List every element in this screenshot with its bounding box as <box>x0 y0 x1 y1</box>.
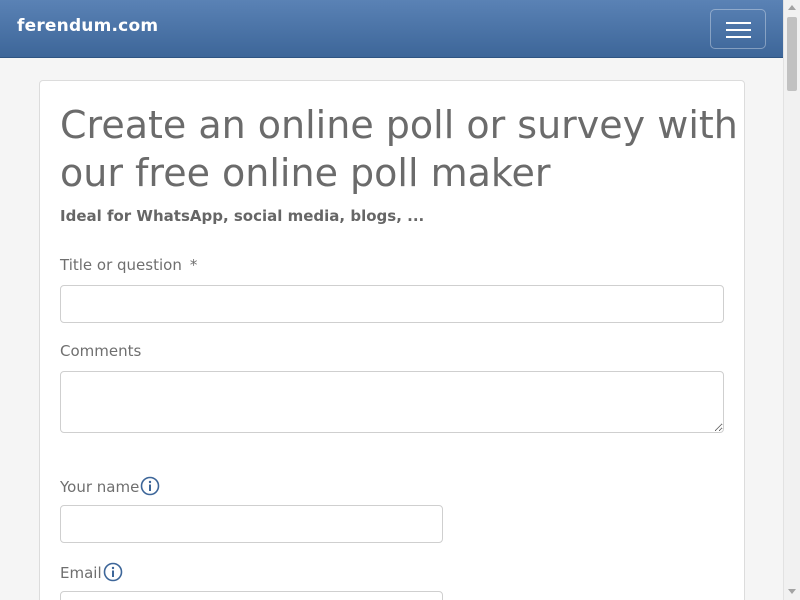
name-input[interactable] <box>60 505 443 543</box>
scroll-up-arrow-icon[interactable] <box>788 5 796 10</box>
navbar: ferendum.com <box>0 0 783 58</box>
page-scrollbar[interactable] <box>783 0 800 600</box>
email-field-label: Email <box>60 562 123 582</box>
email-input[interactable] <box>60 591 443 600</box>
page-subtitle: Ideal for WhatsApp, social media, blogs,… <box>60 207 425 225</box>
scrollbar-thumb[interactable] <box>787 17 797 91</box>
comments-textarea[interactable] <box>60 371 724 433</box>
poll-form-card: Create an online poll or survey with our… <box>39 80 745 600</box>
title-field-label: Title or question * <box>60 256 197 274</box>
page-title: Create an online poll or survey with our… <box>60 103 738 195</box>
comments-field-label: Comments <box>60 342 142 360</box>
scroll-down-arrow-icon[interactable] <box>788 589 796 594</box>
name-label-text: Your name <box>60 478 140 496</box>
info-icon[interactable] <box>103 562 123 582</box>
title-label-text: Title or question <box>60 256 182 274</box>
hamburger-menu-icon <box>726 22 751 24</box>
required-marker: * <box>189 256 198 274</box>
name-field-label: Your name <box>60 476 160 496</box>
info-icon[interactable] <box>140 476 160 496</box>
email-label-text: Email <box>60 564 102 582</box>
menu-toggle-button[interactable] <box>710 9 766 49</box>
brand-logo[interactable]: ferendum.com <box>17 16 158 36</box>
hamburger-menu-icon-bar <box>726 29 751 31</box>
hamburger-menu-icon-bar <box>726 36 751 38</box>
title-input[interactable] <box>60 285 724 323</box>
